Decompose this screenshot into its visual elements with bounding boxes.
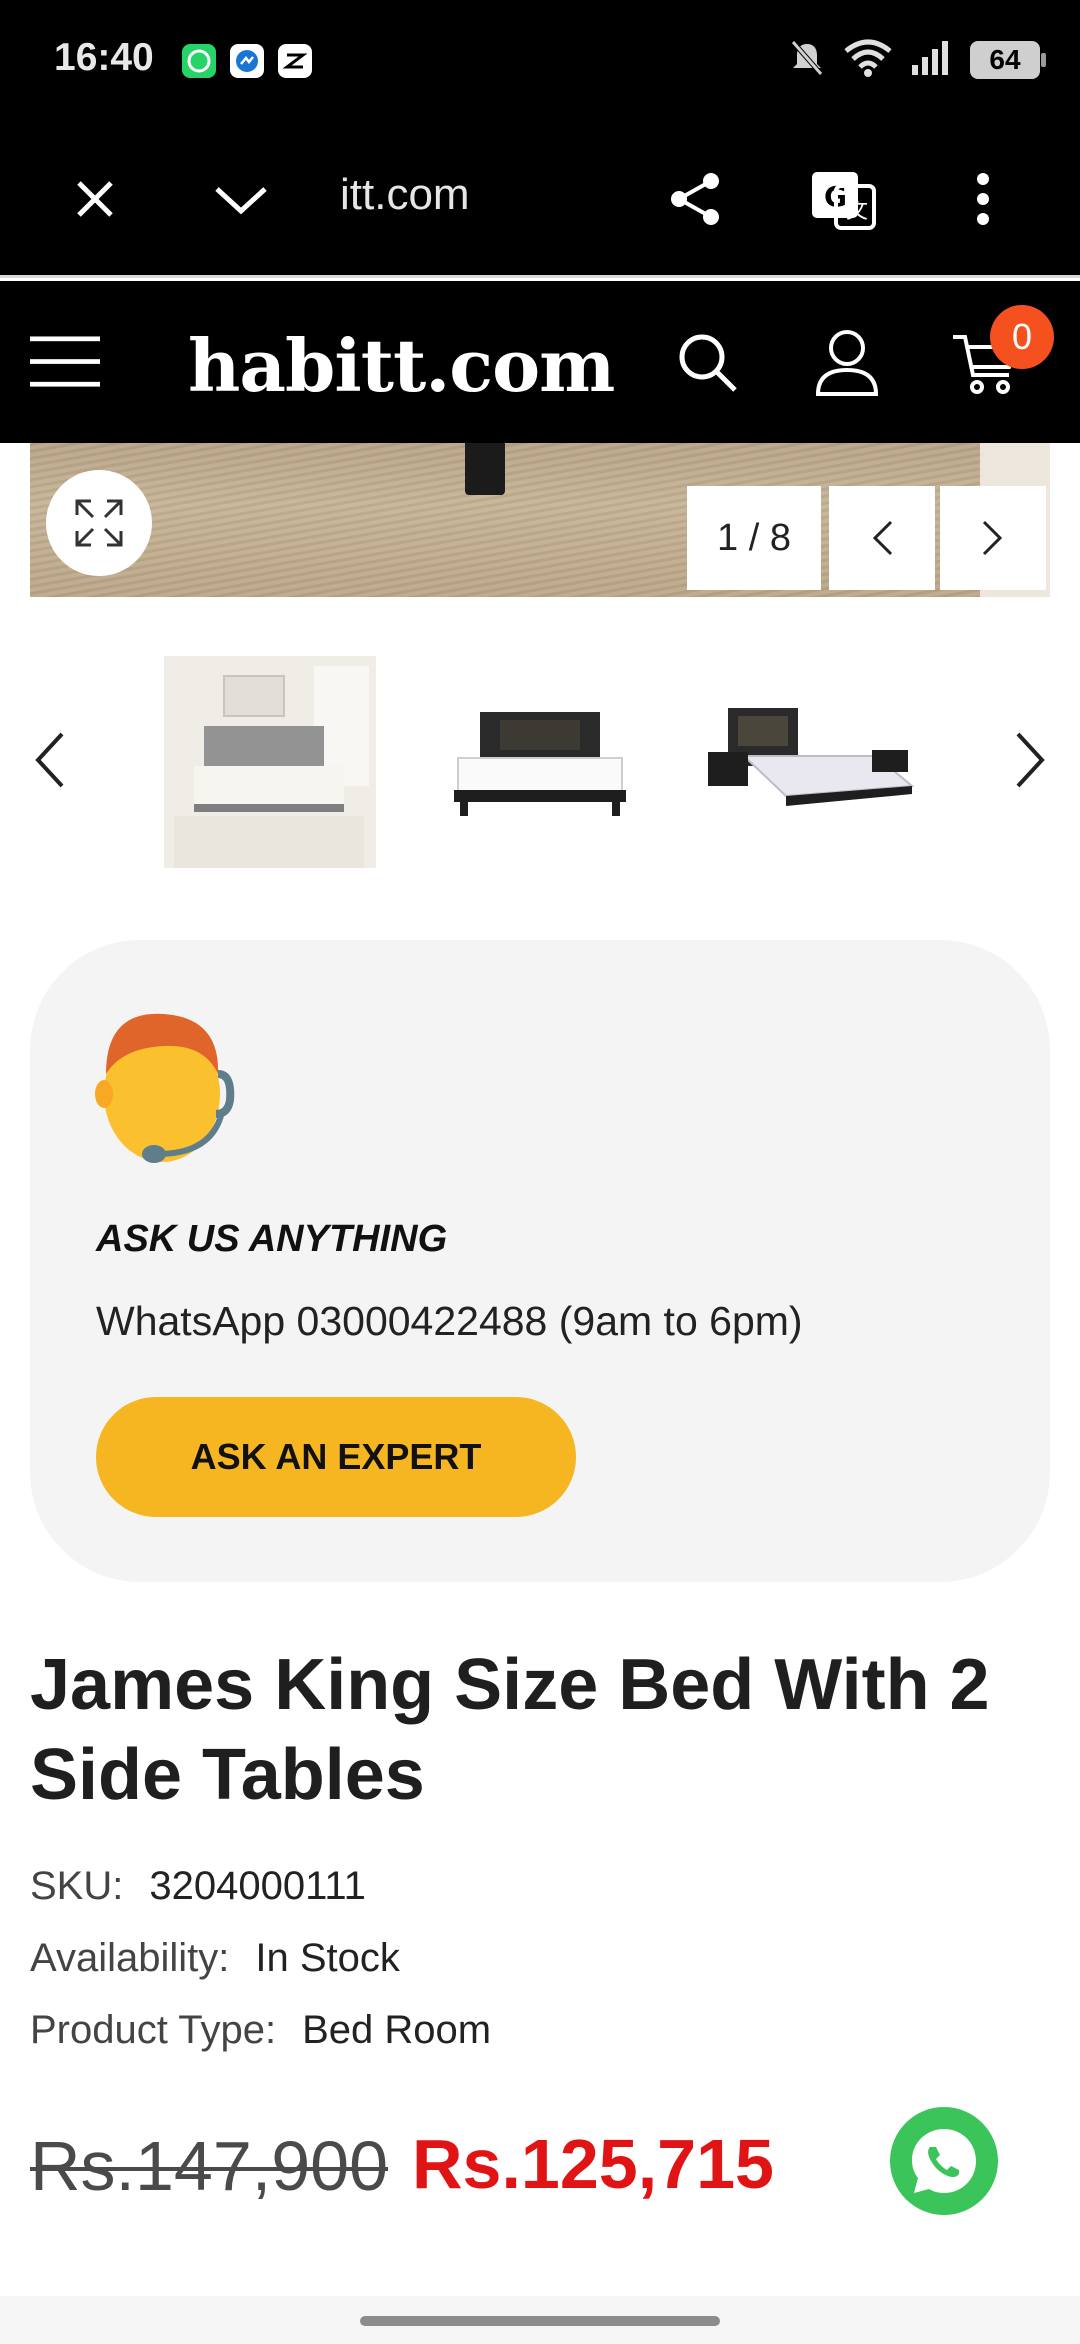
chevron-right-icon — [982, 520, 1003, 556]
svg-text:文: 文 — [846, 199, 868, 224]
share-icon[interactable] — [660, 164, 730, 234]
mute-icon — [788, 38, 826, 83]
whatsapp-icon — [182, 44, 216, 78]
bed-front-thumbnail[interactable] — [434, 656, 646, 868]
sku-value: 3204000111 — [149, 1864, 366, 1908]
chevron-down-icon[interactable] — [206, 164, 276, 234]
product-type-value: Bed Room — [302, 2008, 492, 2052]
expand-image-button[interactable] — [46, 470, 152, 576]
signal-icon — [910, 39, 952, 82]
thumbnails-prev-button[interactable] — [20, 720, 80, 800]
search-icon[interactable] — [672, 327, 742, 397]
browser-toolbar: itt.com G文 — [0, 120, 1080, 278]
battery-icon: 64 — [970, 41, 1046, 79]
gesture-bar[interactable] — [360, 2316, 720, 2326]
url-text[interactable]: itt.com — [340, 170, 470, 220]
availability-row: Availability: In Stock — [30, 1936, 400, 1981]
product-type-label: Product Type: — [30, 2008, 277, 2052]
bed-leg — [465, 443, 505, 495]
chevron-left-icon — [872, 520, 893, 556]
whatsapp-icon — [912, 2129, 976, 2193]
bed-lifestyle-thumbnail[interactable] — [164, 656, 376, 868]
whatsapp-contact-text: WhatsApp 03000422488 (9am to 6pm) — [96, 1298, 803, 1344]
menu-icon[interactable] — [30, 327, 100, 397]
account-icon[interactable] — [812, 327, 882, 397]
availability-value: In Stock — [255, 1936, 400, 1980]
more-vert-icon[interactable] — [948, 164, 1018, 234]
product-type-row: Product Type: Bed Room — [30, 2008, 491, 2053]
bed-angle-thumbnail[interactable] — [706, 656, 918, 868]
ask-an-expert-button[interactable]: ASK AN EXPERT — [96, 1397, 576, 1517]
sale-price: Rs.125,715 — [412, 2125, 774, 2203]
messenger-icon — [230, 44, 264, 78]
site-header: habitt.com — [0, 281, 1080, 443]
cart-count-badge: 0 — [990, 305, 1054, 369]
original-price: Rs.147,900 — [30, 2127, 389, 2205]
next-image-button[interactable] — [940, 486, 1046, 590]
chevron-left-icon — [35, 732, 64, 788]
sku-row: SKU: 3204000111 — [30, 1864, 366, 1909]
expand-icon — [75, 499, 123, 547]
chevron-right-icon — [1016, 732, 1045, 788]
sku-label: SKU: — [30, 1864, 124, 1908]
support-agent-icon — [92, 1004, 242, 1174]
translate-icon[interactable]: G文 — [808, 164, 878, 234]
thumbnails-next-button[interactable] — [1000, 720, 1060, 800]
wifi-icon — [844, 39, 892, 82]
ask-us-title: ASK US ANYTHING — [96, 1218, 448, 1260]
site-logo[interactable]: habitt.com — [188, 323, 615, 408]
status-bar: 16:40 64 — [0, 0, 1080, 120]
capcut-icon — [278, 44, 312, 78]
status-time: 16:40 — [54, 36, 154, 79]
whatsapp-chat-button[interactable] — [890, 2107, 998, 2215]
image-counter: 1 / 8 — [687, 486, 821, 590]
close-icon[interactable] — [60, 164, 130, 234]
availability-label: Availability: — [30, 1936, 230, 1980]
product-title: James King Size Bed With 2 Side Tables — [30, 1645, 990, 1815]
prev-image-button[interactable] — [829, 486, 935, 590]
